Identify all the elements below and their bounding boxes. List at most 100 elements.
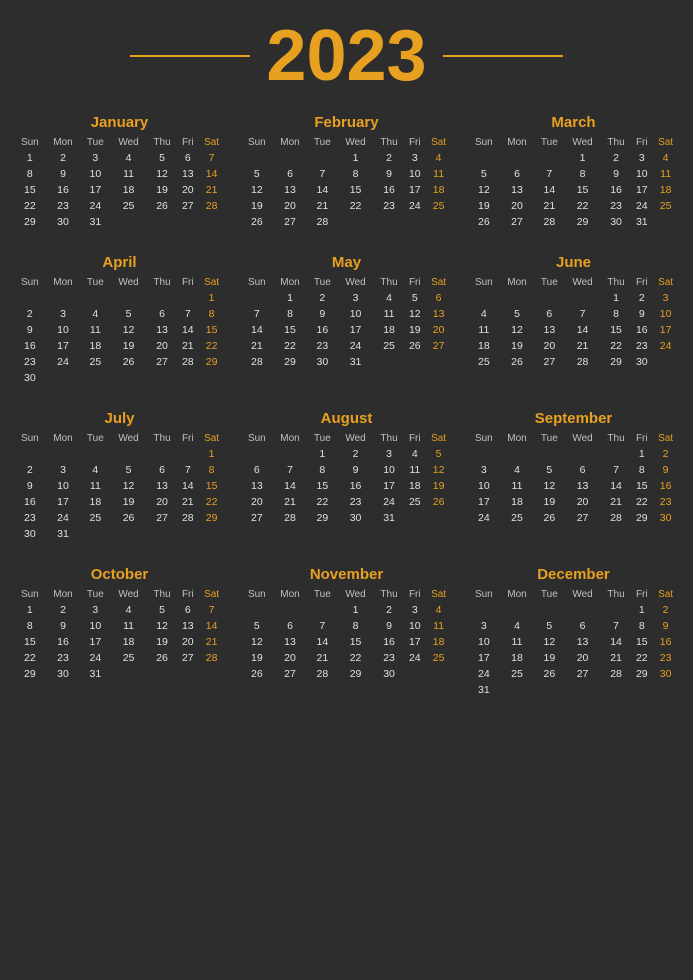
day-cell: 4 — [404, 446, 425, 462]
day-cell: 14 — [307, 634, 337, 650]
day-cell: 10 — [468, 478, 500, 494]
day-cell: 16 — [14, 338, 46, 354]
day-cell: 18 — [80, 338, 110, 354]
day-cell: 10 — [652, 306, 679, 322]
month-table: SunMonTueWedThuFriSat1234567891011121314… — [241, 587, 452, 682]
day-header: Sun — [14, 431, 46, 446]
day-cell: 12 — [500, 322, 535, 338]
day-cell: 3 — [80, 602, 110, 618]
day-cell: 14 — [273, 478, 308, 494]
day-cell: 11 — [110, 618, 146, 634]
day-cell: 26 — [147, 650, 178, 666]
day-cell: 3 — [46, 306, 81, 322]
day-cell: 14 — [177, 478, 198, 494]
day-cell: 4 — [80, 306, 110, 322]
day-cell: 17 — [404, 634, 425, 650]
day-cell — [500, 446, 535, 462]
day-cell: 17 — [46, 338, 81, 354]
day-cell: 11 — [468, 322, 500, 338]
day-cell: 13 — [564, 634, 600, 650]
day-header: Sat — [425, 587, 452, 602]
day-header: Sat — [198, 587, 225, 602]
day-cell: 12 — [241, 634, 273, 650]
day-cell: 22 — [198, 338, 225, 354]
month-title: July — [14, 410, 225, 427]
day-cell: 24 — [468, 510, 500, 526]
day-cell: 12 — [425, 462, 452, 478]
day-cell — [110, 666, 146, 682]
day-cell — [374, 214, 405, 230]
day-cell: 2 — [14, 306, 46, 322]
day-cell: 27 — [500, 214, 535, 230]
day-cell: 20 — [273, 198, 308, 214]
day-cell — [468, 290, 500, 306]
day-header: Sun — [14, 275, 46, 290]
day-cell — [241, 446, 273, 462]
day-cell — [177, 526, 198, 542]
day-cell — [147, 290, 178, 306]
day-cell: 6 — [564, 618, 600, 634]
day-cell: 30 — [631, 354, 652, 370]
day-cell: 18 — [425, 634, 452, 650]
day-cell: 24 — [631, 198, 652, 214]
day-cell — [198, 666, 225, 682]
day-cell: 24 — [337, 338, 373, 354]
day-cell: 28 — [307, 214, 337, 230]
day-cell: 26 — [468, 214, 500, 230]
day-cell: 24 — [404, 650, 425, 666]
day-cell: 29 — [198, 510, 225, 526]
day-cell: 27 — [273, 214, 308, 230]
day-cell: 16 — [337, 478, 373, 494]
day-cell — [46, 370, 81, 386]
day-cell — [273, 446, 308, 462]
day-cell — [177, 446, 198, 462]
day-cell — [404, 214, 425, 230]
day-cell — [198, 370, 225, 386]
day-header: Fri — [177, 587, 198, 602]
day-cell — [273, 602, 308, 618]
day-cell: 23 — [374, 198, 405, 214]
day-cell: 28 — [273, 510, 308, 526]
day-header: Sun — [468, 431, 500, 446]
day-header: Wed — [337, 587, 373, 602]
day-cell: 3 — [631, 150, 652, 166]
month-block-january: JanuarySunMonTueWedThuFriSat123456789101… — [10, 110, 229, 234]
day-cell: 1 — [198, 290, 225, 306]
day-cell: 13 — [147, 322, 178, 338]
month-title: August — [241, 410, 452, 427]
day-cell: 2 — [601, 150, 632, 166]
day-cell: 24 — [80, 650, 110, 666]
day-cell — [374, 354, 405, 370]
day-cell: 24 — [46, 510, 81, 526]
day-cell: 11 — [80, 322, 110, 338]
day-cell: 17 — [46, 494, 81, 510]
day-cell: 25 — [652, 198, 679, 214]
day-cell: 28 — [241, 354, 273, 370]
day-header: Sat — [198, 275, 225, 290]
day-cell: 14 — [601, 478, 632, 494]
day-cell: 13 — [425, 306, 452, 322]
day-cell: 4 — [374, 290, 405, 306]
day-cell — [652, 682, 679, 698]
day-cell: 6 — [425, 290, 452, 306]
day-cell: 31 — [374, 510, 405, 526]
day-cell: 9 — [374, 618, 405, 634]
day-cell: 9 — [14, 478, 46, 494]
day-cell: 29 — [307, 510, 337, 526]
day-cell: 15 — [14, 182, 46, 198]
day-cell: 22 — [273, 338, 308, 354]
day-cell — [80, 526, 110, 542]
day-cell: 24 — [468, 666, 500, 682]
day-cell: 1 — [631, 602, 652, 618]
day-cell — [198, 526, 225, 542]
day-cell: 12 — [241, 182, 273, 198]
day-cell: 23 — [14, 510, 46, 526]
day-cell: 20 — [564, 650, 600, 666]
month-block-november: NovemberSunMonTueWedThuFriSat12345678910… — [237, 562, 456, 702]
day-cell: 3 — [374, 446, 405, 462]
day-cell: 31 — [337, 354, 373, 370]
day-cell: 28 — [198, 198, 225, 214]
day-cell: 9 — [652, 618, 679, 634]
day-cell: 15 — [198, 478, 225, 494]
day-cell: 28 — [307, 666, 337, 682]
